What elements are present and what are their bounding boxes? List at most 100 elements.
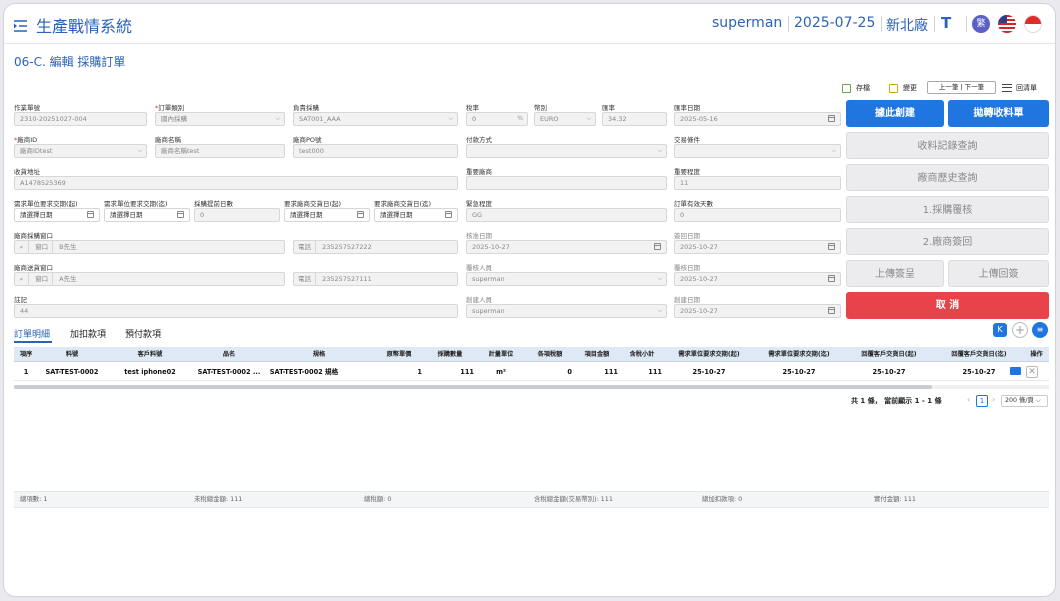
col-header[interactable]: 原幣單價 (374, 347, 424, 362)
add-row-icon[interactable]: + (1012, 322, 1028, 338)
us-flag-icon[interactable] (998, 15, 1016, 33)
table-row[interactable]: 1 SAT-TEST-0002 test iphone02 SAT-TEST-0… (14, 363, 1049, 381)
pagination-summary: 共 1 條， 當前顯示 1 - 1 條 (851, 397, 942, 405)
col-header[interactable]: 需求單位要求交期(起) (664, 347, 754, 362)
horizontal-scrollbar[interactable] (14, 385, 1049, 389)
req-end-picker[interactable]: 請選擇日期 (104, 208, 190, 222)
chevron-down-icon: ⌵ (831, 147, 836, 154)
cancel-button[interactable]: 取 消 (846, 292, 1049, 319)
purchase-contact-field[interactable]: ⌕ 窗口 B先生 (14, 240, 285, 254)
delete-row-icon[interactable]: ✕ (1026, 366, 1038, 378)
next-page-icon[interactable]: › (992, 395, 995, 404)
col-header[interactable]: 項序 (14, 347, 38, 362)
exchange-rate-field[interactable]: 34.32 (602, 112, 667, 126)
important-vendor-field[interactable] (466, 176, 667, 190)
tax-total: 總稅額: 0 (364, 495, 392, 503)
prev-page-icon[interactable]: ‹ (967, 395, 970, 404)
note-field[interactable]: 44 (14, 304, 458, 318)
settings-icon[interactable]: ≡ (1032, 322, 1048, 338)
col-header[interactable]: 規格 (264, 347, 374, 362)
col-header[interactable]: 各項稅額 (526, 347, 574, 362)
page-title: 06-C. 編輯 採購訂單 (14, 55, 126, 69)
col-header[interactable]: 回覆客戶交貨日(迄) (934, 347, 1024, 362)
currency-select[interactable]: EURO ⌵ (534, 112, 596, 126)
lang-traditional-icon[interactable]: 繁 (972, 15, 990, 33)
cell-customer-part: test iphone02 (124, 368, 176, 376)
change-button[interactable]: 變更 (903, 83, 917, 93)
list-icon[interactable] (1002, 84, 1012, 92)
delivery-contact-field[interactable]: ⌕ 窗口 A先生 (14, 272, 285, 286)
vendor-start-picker[interactable]: 請選擇日期 (284, 208, 370, 222)
save-button[interactable]: 存檔 (856, 83, 870, 93)
save-icon[interactable] (842, 84, 851, 93)
col-header[interactable]: 客戶料號 (108, 347, 192, 362)
col-header[interactable]: 含稅小計 (620, 347, 664, 362)
lead-days-field[interactable]: 0 (194, 208, 280, 222)
create-from-button[interactable]: 據此創建 (846, 100, 944, 127)
tab-adjustments[interactable]: 加扣款項 (70, 327, 106, 340)
search-icon: ⌕ (15, 241, 29, 253)
buyer-select[interactable]: SAT001_AAA ⌵ (293, 112, 458, 126)
top-header: 生產戰情系統 superman 2025-07-25 新北廠 T 繁 (4, 4, 1055, 44)
doc-no-field[interactable]: 2310-20251027-004 (14, 112, 147, 126)
valid-days-field[interactable]: 0 (674, 208, 841, 222)
vendor-po-field[interactable]: test000 (293, 144, 458, 158)
collapse-icon[interactable]: K (993, 323, 1007, 337)
review-date-picker[interactable]: 2025-10-27 (674, 272, 841, 286)
create-date-picker[interactable]: 2025-10-27 (674, 304, 841, 318)
vendor-history-button[interactable]: 廠商歷史查詢 (846, 164, 1049, 191)
urgency-field[interactable]: GG (466, 208, 667, 222)
vendor-sign-back-button[interactable]: 2.廠商簽回 (846, 228, 1049, 255)
user-name[interactable]: superman (712, 15, 782, 31)
reviewer-select[interactable]: superman ⌵ (466, 272, 667, 286)
tab-order-detail[interactable]: 訂單明細 (14, 327, 50, 340)
col-header[interactable]: 回覆客戶交貨日(起) (844, 347, 934, 362)
divider (966, 16, 967, 32)
col-header[interactable]: 計量單位 (476, 347, 526, 362)
calendar-icon (654, 243, 661, 250)
sign-back-picker[interactable]: 2025-10-27 (674, 240, 841, 254)
col-header[interactable]: 需求單位要求交期(迄) (754, 347, 844, 362)
chevron-down-icon: ⌵ (448, 115, 453, 122)
factory-name[interactable]: 新北廠 (886, 15, 928, 35)
delivery-phone-field[interactable]: 電話 235257527111 (293, 272, 458, 286)
vendor-name-field[interactable]: 廠商名稱test (155, 144, 285, 158)
doc-no-label: 作業單號 (14, 104, 40, 112)
purchase-review-button[interactable]: 1.採購覆核 (846, 196, 1049, 223)
chevron-down-icon: ⌵ (586, 115, 591, 122)
order-type-select[interactable]: 國內採購 ⌵ (155, 112, 285, 126)
chevron-down-icon: ⌵ (657, 275, 662, 282)
change-icon[interactable] (889, 84, 898, 93)
to-receipt-button[interactable]: 拋轉收料單 (948, 100, 1049, 127)
col-header[interactable]: 品名 (194, 347, 264, 362)
page-size-select[interactable]: 200 條/頁 ⌵ (1001, 395, 1048, 407)
chevron-down-icon: ⌵ (137, 147, 142, 154)
ship-addr-field[interactable]: A1478525369 (14, 176, 458, 190)
prev-next-button[interactable]: 上一筆 | 下一筆 (927, 81, 996, 94)
upload-submit-button[interactable]: 上傳簽呈 (846, 260, 944, 287)
order-type-label: *訂單類別 (155, 104, 185, 112)
menu-toggle-icon[interactable] (14, 17, 27, 32)
purchase-phone-field[interactable]: 電話 235257527222 (293, 240, 458, 254)
creator-select[interactable]: superman ⌵ (466, 304, 667, 318)
edit-row-icon[interactable] (1010, 367, 1021, 377)
page-number[interactable]: 1 (976, 395, 988, 407)
receipt-query-button[interactable]: 收料記錄查詢 (846, 132, 1049, 159)
col-header[interactable]: 料號 (38, 347, 106, 362)
upload-return-button[interactable]: 上傳回簽 (948, 260, 1049, 287)
payment-select[interactable]: ⌵ (466, 144, 667, 158)
importance-field[interactable]: 11 (674, 176, 841, 190)
col-header[interactable]: 採購數量 (424, 347, 476, 362)
approve-date-picker[interactable]: 2025-10-27 (466, 240, 667, 254)
tax-rate-field[interactable]: 0% (466, 112, 528, 126)
back-to-list-button[interactable]: 回清單 (1016, 83, 1037, 93)
exchange-date-picker[interactable]: 2025-05-16 (674, 112, 841, 126)
trade-terms-select[interactable]: ⌵ (674, 144, 841, 158)
req-start-picker[interactable]: 請選擇日期 (14, 208, 100, 222)
col-header[interactable]: 項目金額 (574, 347, 620, 362)
vendor-id-select[interactable]: 廠商IDtest ⌵ (14, 144, 147, 158)
vendor-end-picker[interactable]: 請選擇日期 (374, 208, 458, 222)
tab-prepayments[interactable]: 預付款項 (125, 327, 161, 340)
font-size-icon[interactable]: T (941, 14, 951, 32)
sg-flag-icon[interactable] (1024, 15, 1042, 33)
